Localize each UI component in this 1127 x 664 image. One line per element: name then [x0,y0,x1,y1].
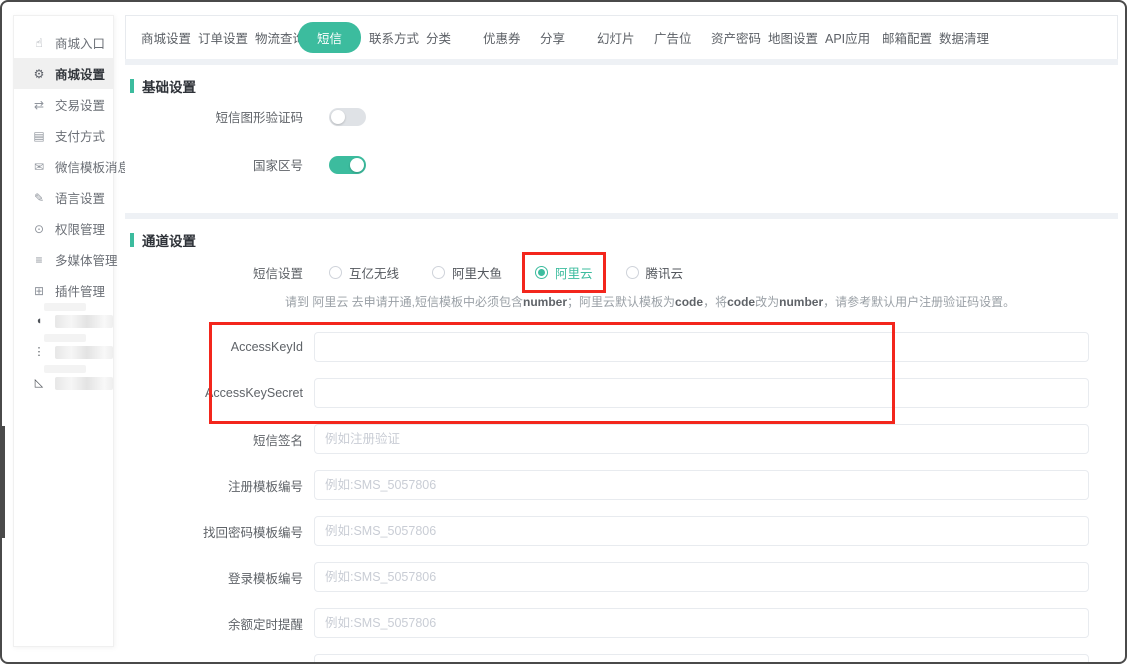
text-input[interactable] [314,332,1089,362]
form-field-row: 登录模板编号 [125,562,1118,592]
radio-option[interactable]: 腾讯云 [626,263,684,282]
blurred-icon-3: ◺ [32,378,46,389]
tab[interactable]: 地图设置 [768,28,825,47]
toggle-label: 国家区号 [125,155,314,174]
sidebar-item[interactable]: ⋮ [14,337,113,368]
toggle-row: 短信图形验证码 [125,107,1118,126]
settings-tabbar: 商城设置 订单设置 物流查询 短信 联系方式 分类 优惠券 分享 幻灯片 广告位… [125,15,1118,59]
section-title-basic: 基础设置 [125,65,1118,96]
sidebar: ☝ 商城入口 ⚙ 商城设置 ⇄ 交易设置 ▤ 支付方式 ✉ 微信模板消息 ✎ 语… [13,15,114,647]
tab[interactable]: 商城设置 [141,28,198,47]
form-field-row: AccessKeyId [125,332,1118,362]
sms-provider-row: 短信设置 互亿无线 阿里大鱼 阿里云 腾讯云 [125,263,1118,282]
form-field-row-partial [125,654,1118,664]
text-input[interactable] [314,470,1089,500]
tab[interactable]: 邮箱配置 [882,28,939,47]
field-label: 找回密码模板编号 [125,522,314,541]
window-scrollbar-thumb[interactable] [2,426,5,538]
blurred-icon-1: ◖ [32,316,46,327]
text-input[interactable] [314,378,1089,408]
section-title-text: 基础设置 [142,76,196,96]
text-input[interactable] [314,424,1089,454]
sidebar-item[interactable]: ⚙ 商城设置 [14,58,113,89]
toggle-knob-icon [331,110,345,124]
radio-option[interactable]: 阿里云 [535,263,593,282]
tab[interactable]: 联系方式 [369,28,426,47]
toggle-row: 国家区号 [125,155,1118,174]
radio-option[interactable]: 互亿无线 [329,263,399,282]
sidebar-item[interactable]: ◺ [14,368,113,399]
sidebar-item[interactable]: ⇄ 交易设置 [14,89,113,120]
radio-icon [626,266,639,279]
list-icon: ≡ [32,254,46,266]
field-label: 余额定时提醒 [125,614,314,633]
tab[interactable]: 资产密码 [711,28,768,47]
exchange-arrows-icon: ⇄ [32,99,46,111]
sidebar-item[interactable]: ≡ 多媒体管理 [14,244,113,275]
tab[interactable]: 分享 [540,28,597,47]
channel-settings-section: 通道设置 短信设置 互亿无线 阿里大鱼 阿里云 腾讯云 请到 阿里云 去申请开通… [125,219,1118,664]
section-title-text: 通道设置 [142,230,196,250]
field-label: 注册模板编号 [125,476,314,495]
field-label: 短信签名 [125,430,314,449]
text-input[interactable] [314,516,1089,546]
form-field-row: 余额定时提醒 [125,608,1118,638]
toggle-switch[interactable] [329,108,366,126]
sidebar-item[interactable]: ▤ 支付方式 [14,120,113,151]
radio-option[interactable]: 阿里大鱼 [432,263,502,282]
plugin-icon: ⊞ [32,285,46,297]
sidebar-item[interactable]: ☝ 商城入口 [14,27,113,58]
tab[interactable]: 优惠券 [483,28,540,47]
accesskey-group: AccessKeyId AccessKeySecret [125,332,1118,408]
chat-bubbles-icon: ✉ [32,161,46,173]
tab[interactable]: 短信 [312,22,369,53]
credit-card-icon: ▤ [32,130,46,142]
form-field-row: 短信签名 [125,424,1118,454]
language-doc-icon: ✎ [32,192,46,204]
tab[interactable]: 分类 [426,28,483,47]
field-label: AccessKeySecret [125,386,314,400]
sidebar-item[interactable]: ◖ [14,306,113,337]
form-field-row: 找回密码模板编号 [125,516,1118,546]
text-input[interactable] [314,654,1089,664]
radio-icon [535,266,548,279]
form-field-row: 注册模板编号 [125,470,1118,500]
hand-pointer-icon: ☝ [32,37,46,49]
eye-icon: ⊙ [32,223,46,235]
sidebar-item[interactable]: ⊞ 插件管理 [14,275,113,306]
tab[interactable]: 广告位 [654,28,711,47]
text-input[interactable] [314,608,1089,638]
basic-settings-section: 基础设置 短信图形验证码 国家区号 [125,65,1118,213]
tab[interactable]: API应用 [825,28,882,47]
tab[interactable]: 数据清理 [939,28,996,47]
form-field-row: AccessKeySecret [125,378,1118,408]
toggle-switch[interactable] [329,156,366,174]
section-marker-icon [130,233,134,247]
section-marker-icon [130,79,134,93]
sms-provider-radio-group: 互亿无线 阿里大鱼 阿里云 腾讯云 [329,263,683,282]
toggle-knob-icon [350,158,364,172]
tab[interactable]: 幻灯片 [597,28,654,47]
sidebar-item[interactable]: ⊙ 权限管理 [14,213,113,244]
sidebar-item[interactable]: ✎ 语言设置 [14,182,113,213]
sidebar-item[interactable]: ✉ 微信模板消息 [14,151,113,182]
sms-provider-label: 短信设置 [125,263,314,282]
section-title-channel: 通道设置 [125,219,1118,250]
field-label: AccessKeyId [125,340,314,354]
gear-icon: ⚙ [32,68,46,80]
tab[interactable]: 订单设置 [198,28,255,47]
blurred-icon-2: ⋮ [32,347,46,358]
radio-icon [329,266,342,279]
main-area: 商城设置 订单设置 物流查询 短信 联系方式 分类 优惠券 分享 幻灯片 广告位… [125,15,1118,662]
radio-icon [432,266,445,279]
toggle-label: 短信图形验证码 [125,107,314,126]
form-fields: AccessKeyId AccessKeySecret 短信签名 注册模板编号 … [125,332,1118,664]
provider-hint-text: 请到 阿里云 去申请开通,短信模板中必须包含number；阿里云默认模板为cod… [285,293,1118,310]
text-input[interactable] [314,562,1089,592]
field-label: 登录模板编号 [125,568,314,587]
app-window: ☝ 商城入口 ⚙ 商城设置 ⇄ 交易设置 ▤ 支付方式 ✉ 微信模板消息 ✎ 语… [0,0,1127,664]
